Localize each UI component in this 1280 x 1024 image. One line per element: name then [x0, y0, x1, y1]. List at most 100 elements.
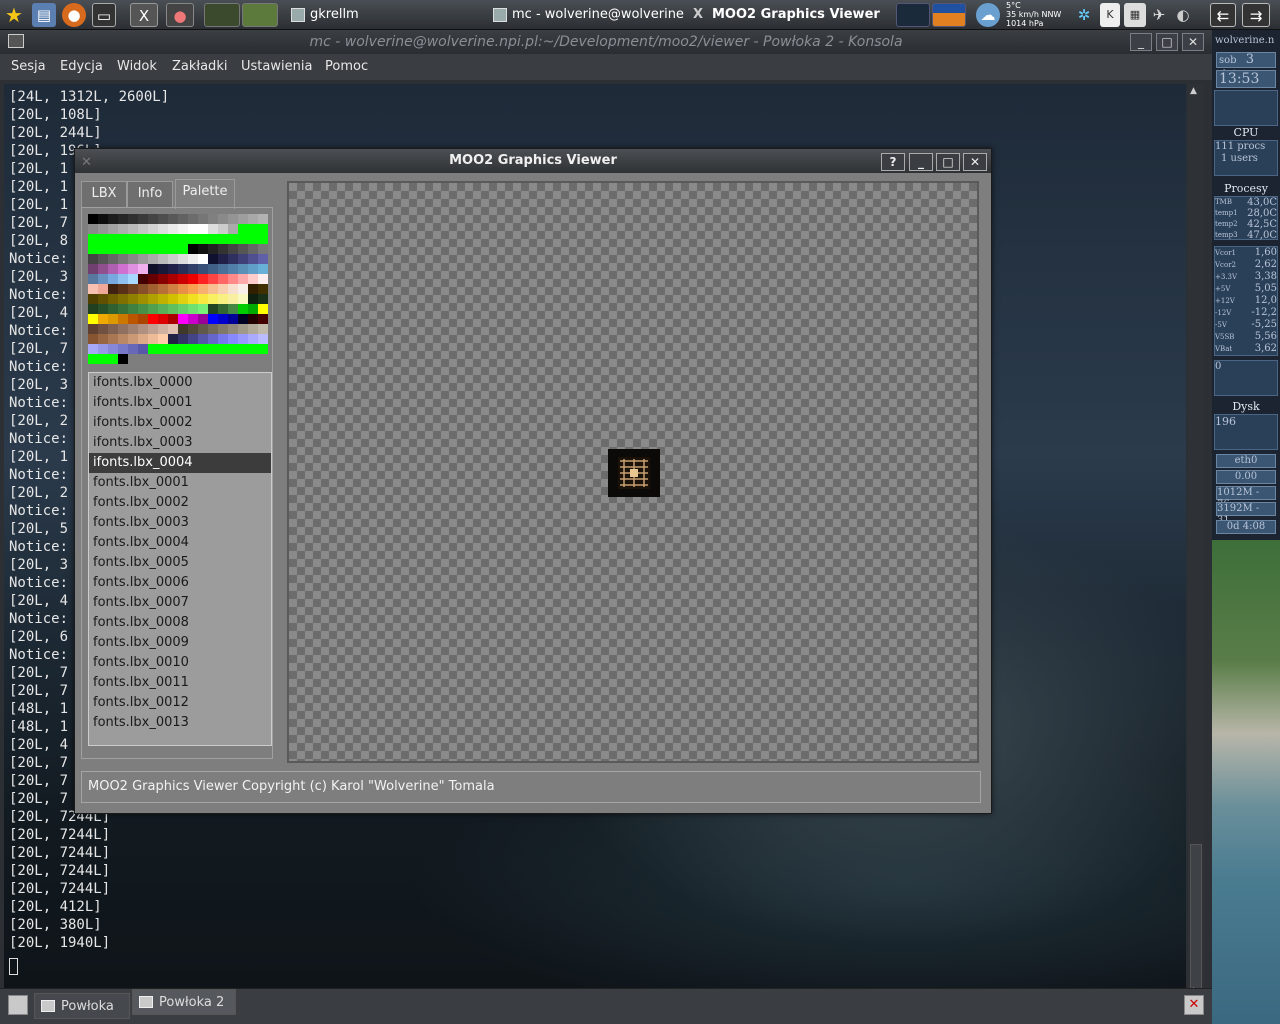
file-list-item[interactable]: fonts.lbx_0013: [89, 713, 271, 733]
file-list-item[interactable]: fonts.lbx_0006: [89, 573, 271, 593]
top-panel: ★ ▤ ● ▭ X ● gkrellm mc - wolverine@wolve…: [0, 0, 1280, 30]
konsole-tabbar: Powłoka Powłoka 2 ✕: [0, 988, 1212, 1024]
speaker-icon[interactable]: ◐: [1172, 3, 1194, 27]
palette-swatch: [188, 294, 198, 304]
file-list-item[interactable]: fonts.lbx_0001: [89, 473, 271, 493]
moo2-maximize-button[interactable]: □: [936, 153, 960, 171]
file-list-item[interactable]: ifonts.lbx_0004: [89, 453, 271, 473]
file-list[interactable]: ifonts.lbx_0000 ifonts.lbx_0001 ifonts.lbx…: [88, 372, 272, 746]
palette-swatch: [168, 244, 178, 254]
terminal-icon[interactable]: ▭: [92, 3, 116, 27]
tab-powloka-2[interactable]: Powłoka 2: [132, 989, 236, 1015]
palette-swatch: [108, 274, 118, 284]
palette-swatch: [228, 224, 238, 234]
task-mc-konsole[interactable]: mc - wolverine@wolverine: [490, 3, 688, 27]
menu-widok[interactable]: Widok: [117, 59, 157, 74]
firefox-task-icon[interactable]: ●: [166, 3, 194, 27]
gk-sensor-name: V5SB: [1215, 333, 1235, 341]
file-list-item[interactable]: fonts.lbx_0002: [89, 493, 271, 513]
close-tab-icon[interactable]: ✕: [1184, 995, 1204, 1015]
palette-swatch: [148, 224, 158, 234]
palette-swatch: [118, 354, 128, 364]
file-list-item[interactable]: fonts.lbx_0007: [89, 593, 271, 613]
menu-edycja[interactable]: Edycja: [60, 59, 103, 74]
palette-swatch: [178, 224, 188, 234]
palette-swatch: [88, 224, 98, 234]
terminal-scrollbar[interactable]: ▲ ▲ ▼: [1188, 84, 1204, 1014]
palette-swatch: [98, 274, 108, 284]
gk-sensor-row: temp2 42,5C: [1215, 219, 1277, 230]
konsole-close-button[interactable]: ✕: [1182, 33, 1204, 51]
file-list-item[interactable]: ifonts.lbx_0002: [89, 413, 271, 433]
file-list-item[interactable]: fonts.lbx_0010: [89, 653, 271, 673]
moo2-body: LBX Info Palette ifonts.lbx_0000 ifonts.l…: [75, 173, 991, 813]
weather-icon[interactable]: ☁: [976, 3, 1000, 27]
xterm-icon[interactable]: X: [130, 3, 158, 27]
gk-sensor-row: V5SB 5,56: [1215, 331, 1277, 343]
task-gkrellm[interactable]: gkrellm: [288, 3, 478, 27]
moo2-minimize-button[interactable]: _: [909, 153, 933, 171]
konsole-titlebar[interactable]: mc - wolverine@wolverine.npi.pl:~/Develo…: [0, 30, 1212, 54]
konsole-maximize-button[interactable]: □: [1156, 33, 1178, 51]
moo2-close-button[interactable]: ✕: [963, 153, 987, 171]
bluetooth-icon[interactable]: ✲: [1074, 3, 1094, 27]
desktop-icon[interactable]: ▤: [32, 3, 56, 27]
file-list-item[interactable]: ifonts.lbx_0001: [89, 393, 271, 413]
file-list-item[interactable]: ifonts.lbx_0003: [89, 433, 271, 453]
gk-eth0-label[interactable]: eth0: [1216, 454, 1276, 468]
palette-swatch: [108, 244, 118, 254]
menu-sesja[interactable]: Sesja: [11, 59, 46, 74]
palette-swatch: [128, 334, 138, 344]
file-list-item[interactable]: ifonts.lbx_0000: [89, 373, 271, 393]
konsole-minimize-button[interactable]: _: [1130, 33, 1152, 51]
palette-swatch: [218, 244, 228, 254]
palette-swatch: [178, 254, 188, 264]
desktop-pager-1[interactable]: [204, 3, 240, 27]
gk-sensor-row: +3.3V 3,38: [1215, 271, 1277, 283]
satellite-icon[interactable]: ✈: [1148, 3, 1170, 27]
palette-swatch: [158, 234, 168, 244]
moo2-titlebar[interactable]: ✕ MOO2 Graphics Viewer ? _ □ ✕: [75, 149, 991, 173]
screen-right-icon[interactable]: ⇉: [1242, 3, 1270, 27]
file-list-item[interactable]: fonts.lbx_0011: [89, 673, 271, 693]
klipper-icon[interactable]: K: [1100, 3, 1120, 27]
screen-left-icon[interactable]: ⇇: [1210, 3, 1236, 27]
file-list-item[interactable]: fonts.lbx_0005: [89, 553, 271, 573]
palette-swatch: [88, 334, 98, 344]
task-moo2-viewer[interactable]: X MOO2 Graphics Viewer: [690, 3, 890, 27]
x-task-icon: X: [693, 7, 704, 22]
tab-powloka[interactable]: Powłoka: [34, 993, 130, 1019]
moo2-help-button[interactable]: ?: [881, 153, 905, 171]
tab-palette[interactable]: Palette: [175, 179, 235, 209]
scrollbar-thumb[interactable]: [1190, 844, 1202, 1002]
palette-swatch: [238, 274, 248, 284]
palette-swatch: [188, 234, 198, 244]
palette-swatch: [218, 264, 228, 274]
scroll-up-icon[interactable]: ▲: [1190, 86, 1197, 96]
new-tab-icon[interactable]: [8, 995, 28, 1015]
palette-swatch: [168, 274, 178, 284]
desktop-pager-2[interactable]: [242, 3, 278, 27]
tab-info[interactable]: Info: [127, 181, 173, 207]
gk-sensor-value: 5,56: [1254, 331, 1277, 342]
file-list-item[interactable]: fonts.lbx_0009: [89, 633, 271, 653]
file-list-item[interactable]: fonts.lbx_0008: [89, 613, 271, 633]
kmenu-star-icon[interactable]: ★: [2, 3, 26, 27]
gk-sensor-row: Vcor2 2,62: [1215, 259, 1277, 271]
file-list-item[interactable]: fonts.lbx_0004: [89, 533, 271, 553]
network-icon[interactable]: ▦: [1124, 3, 1146, 27]
gk-temps: TMB 43,0C temp1 28,0C temp2 42,5C temp3 47,0C: [1214, 196, 1278, 241]
gk-sensor-row: TMB 43,0C: [1215, 197, 1277, 208]
palette-swatch: [238, 314, 248, 324]
palette-swatch: [198, 214, 208, 224]
file-list-item[interactable]: fonts.lbx_0003: [89, 513, 271, 533]
palette-swatch: [98, 214, 108, 224]
file-list-item[interactable]: fonts.lbx_0012: [89, 693, 271, 713]
menu-ustawienia[interactable]: Ustawienia: [241, 59, 312, 74]
palette-swatch: [108, 304, 118, 314]
firefox-icon[interactable]: ●: [62, 3, 86, 27]
menu-pomoc[interactable]: Pomoc: [325, 59, 368, 74]
tab-lbx[interactable]: LBX: [81, 181, 127, 207]
gk-sensor-row: -12V -12,2: [1215, 307, 1277, 319]
menu-zakladki[interactable]: Zakładki: [172, 59, 227, 74]
